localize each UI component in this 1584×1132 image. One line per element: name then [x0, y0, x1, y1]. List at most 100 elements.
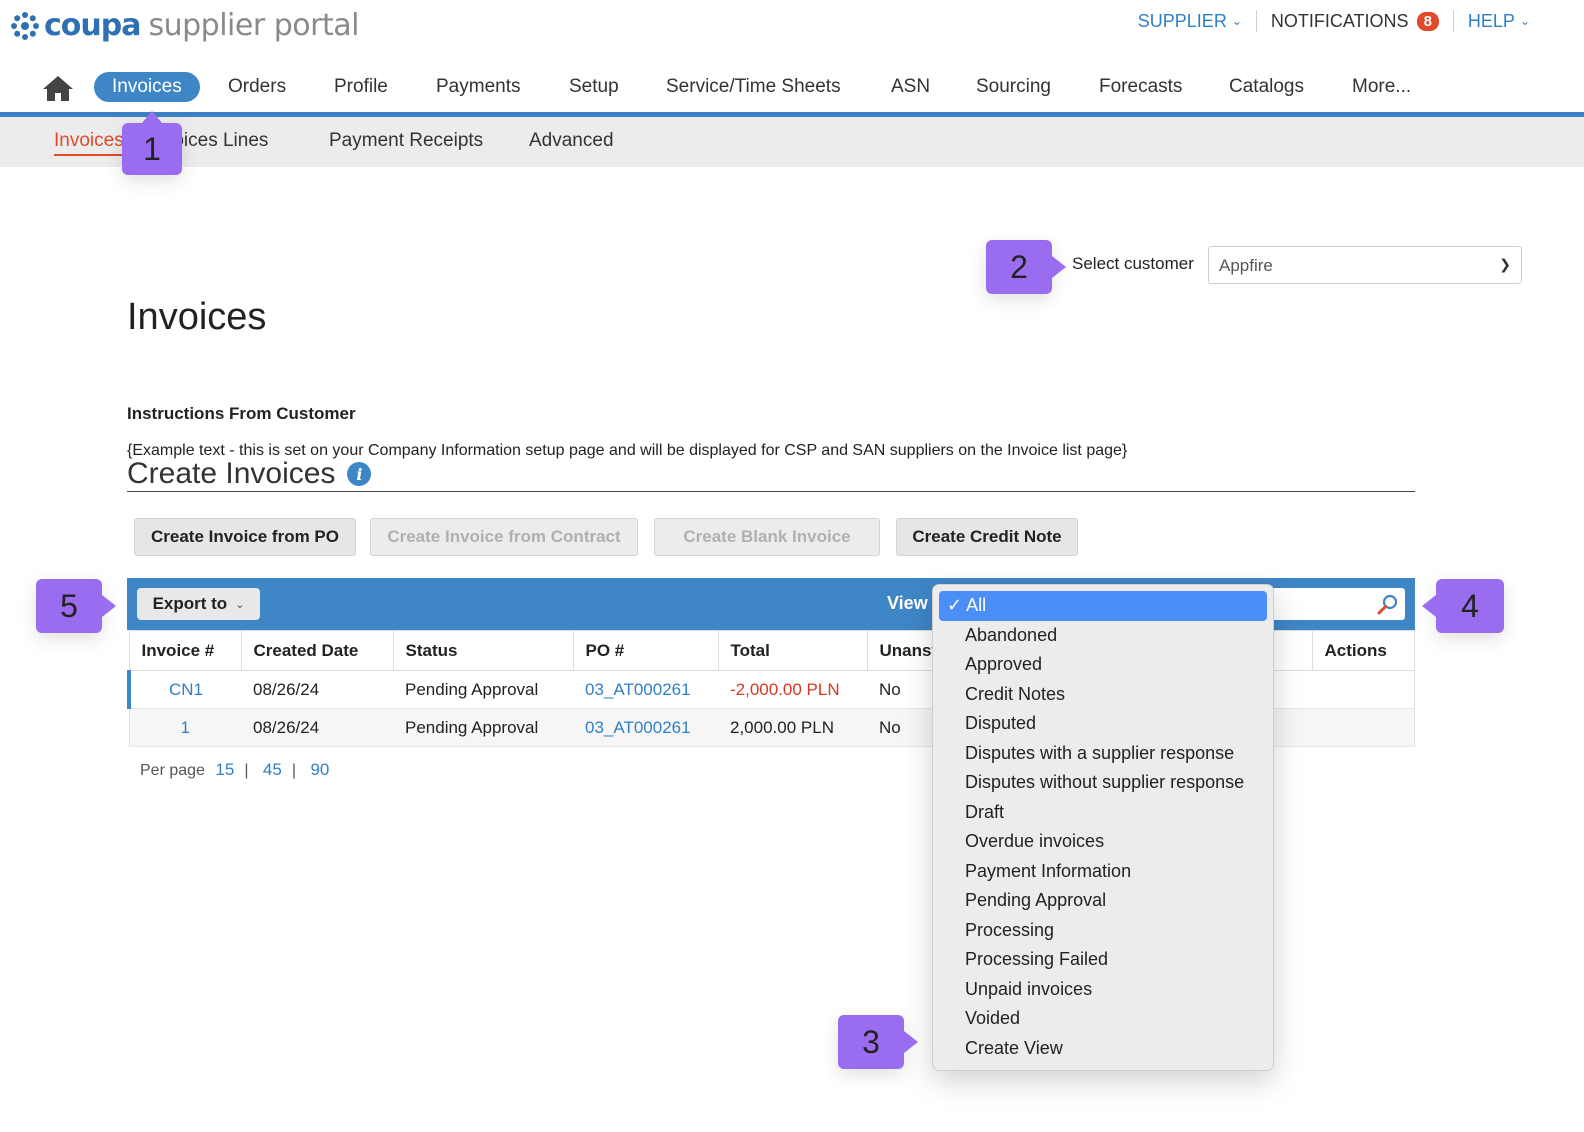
- total-cell: -2,000.00 PLN: [718, 670, 867, 709]
- view-option-voided[interactable]: Voided: [933, 1004, 1273, 1034]
- view-option-disputes-with-response[interactable]: Disputes with a supplier response: [933, 739, 1273, 769]
- chevron-down-icon: ⌄: [1231, 14, 1242, 28]
- main-nav: Invoices Orders Profile Payments Setup S…: [0, 68, 1584, 112]
- logo-brand-text: coupa: [44, 8, 141, 43]
- view-option-overdue[interactable]: Overdue invoices: [933, 827, 1273, 857]
- view-option-pending-approval[interactable]: Pending Approval: [933, 886, 1273, 916]
- view-option-all[interactable]: ✓ All: [939, 591, 1267, 621]
- export-to-label: Export to: [152, 594, 228, 613]
- created-date-cell: 08/26/24: [241, 670, 393, 709]
- col-created-date[interactable]: Created Date: [241, 630, 394, 671]
- po-number-cell: 03_AT000261: [573, 670, 718, 709]
- created-date-cell: 08/26/24: [241, 708, 393, 747]
- nav-service-time-sheets[interactable]: Service/Time Sheets: [648, 72, 859, 102]
- nav-orders[interactable]: Orders: [210, 72, 304, 102]
- per-page-90[interactable]: 90: [310, 760, 329, 779]
- actions-cell: [1312, 708, 1415, 747]
- view-option-approved[interactable]: Approved: [933, 650, 1273, 680]
- export-to-button[interactable]: Export to ⌄: [137, 588, 260, 620]
- col-invoice-number[interactable]: Invoice #: [129, 630, 242, 671]
- create-invoice-from-contract-button[interactable]: Create Invoice from Contract: [370, 518, 638, 556]
- po-number-link[interactable]: 03_AT000261: [585, 718, 691, 737]
- chevron-down-icon: ⌄: [235, 598, 245, 611]
- nav-invoices[interactable]: Invoices: [94, 72, 200, 102]
- supplier-label: SUPPLIER: [1137, 10, 1227, 31]
- chevron-down-icon: ⌄: [1519, 14, 1530, 28]
- subnav-advanced[interactable]: Advanced: [529, 130, 614, 152]
- help-menu[interactable]: HELP ⌄: [1454, 11, 1544, 32]
- notifications-label: NOTIFICATIONS: [1270, 10, 1409, 31]
- col-po-number[interactable]: PO #: [573, 630, 719, 671]
- callout-3: 3: [838, 1015, 918, 1069]
- nav-more[interactable]: More...: [1334, 72, 1429, 102]
- create-invoice-from-po-button[interactable]: Create Invoice from PO: [134, 518, 356, 556]
- view-option-processing-failed[interactable]: Processing Failed: [933, 945, 1273, 975]
- per-page-15[interactable]: 15: [215, 760, 234, 779]
- callout-2: 2: [986, 240, 1066, 294]
- create-invoices-heading: Create Invoices i: [127, 457, 372, 491]
- notifications-menu[interactable]: NOTIFICATIONS 8: [1257, 11, 1453, 32]
- page-title: Invoices: [127, 296, 267, 338]
- view-option-credit-notes[interactable]: Credit Notes: [933, 680, 1273, 710]
- chevron-down-icon: ❯: [1499, 256, 1511, 272]
- col-actions: Actions: [1312, 630, 1415, 671]
- col-status[interactable]: Status: [393, 630, 574, 671]
- invoice-number[interactable]: CN1: [169, 680, 203, 699]
- view-option-unpaid[interactable]: Unpaid invoices: [933, 975, 1273, 1005]
- view-label: View: [887, 593, 928, 613]
- top-right-menu: SUPPLIER ⌄ NOTIFICATIONS 8 HELP ⌄: [1124, 10, 1544, 32]
- subnav-invoices[interactable]: Invoices: [54, 130, 124, 156]
- nav-catalogs[interactable]: Catalogs: [1211, 72, 1322, 102]
- invoice-number-link[interactable]: 1: [129, 708, 241, 747]
- view-option-draft[interactable]: Draft: [933, 798, 1273, 828]
- actions-cell: [1312, 670, 1415, 709]
- instructions-heading: Instructions From Customer: [127, 404, 356, 423]
- coupa-flower-icon: [11, 11, 39, 40]
- nav-sourcing[interactable]: Sourcing: [958, 72, 1069, 102]
- divider: [127, 491, 1415, 492]
- po-number-link[interactable]: 03_AT000261: [585, 680, 691, 699]
- coupa-logo[interactable]: coupa supplier portal: [8, 8, 359, 43]
- notifications-count-badge: 8: [1416, 11, 1439, 31]
- total-value: -2,000.00 PLN: [730, 679, 840, 699]
- sub-nav: Invoices Invoices Lines Payment Receipts…: [0, 117, 1584, 167]
- search-icon[interactable]: [1377, 593, 1399, 615]
- customer-select-value: Appfire: [1219, 256, 1273, 275]
- invoice-number[interactable]: 1: [181, 718, 190, 737]
- supplier-menu[interactable]: SUPPLIER ⌄: [1124, 11, 1256, 32]
- callout-4: 4: [1422, 579, 1504, 633]
- nav-profile[interactable]: Profile: [316, 72, 406, 102]
- nav-setup[interactable]: Setup: [551, 72, 637, 102]
- info-icon[interactable]: i: [347, 462, 372, 486]
- per-page-45[interactable]: 45: [263, 760, 282, 779]
- divider: |: [244, 762, 249, 779]
- callout-5: 5: [36, 579, 116, 633]
- view-option-processing[interactable]: Processing: [933, 916, 1273, 946]
- divider: |: [291, 762, 296, 779]
- view-option-abandoned[interactable]: Abandoned: [933, 621, 1273, 651]
- nav-forecasts[interactable]: Forecasts: [1081, 72, 1200, 102]
- create-invoices-title: Create Invoices: [127, 457, 336, 490]
- invoice-number-link[interactable]: CN1: [127, 670, 241, 709]
- nav-payments[interactable]: Payments: [418, 72, 538, 102]
- checkmark-icon: ✓: [947, 595, 963, 616]
- create-credit-note-button[interactable]: Create Credit Note: [896, 518, 1078, 556]
- per-page-selector: Per page 15 | 45 | 90: [140, 760, 335, 780]
- view-option-disputed[interactable]: Disputed: [933, 709, 1273, 739]
- logo-suffix-text: supplier portal: [148, 8, 359, 43]
- customer-select[interactable]: Appfire ❯: [1208, 246, 1522, 284]
- col-total[interactable]: Total: [718, 630, 868, 671]
- status-cell: Pending Approval: [393, 670, 573, 709]
- nav-asn[interactable]: ASN: [873, 72, 948, 102]
- total-cell: 2,000.00 PLN: [718, 708, 867, 747]
- view-option-create-view[interactable]: Create View: [933, 1034, 1273, 1064]
- home-icon[interactable]: [42, 74, 74, 102]
- view-option-disputes-without-response[interactable]: Disputes without supplier response: [933, 768, 1273, 798]
- status-cell: Pending Approval: [393, 708, 573, 747]
- create-blank-invoice-button[interactable]: Create Blank Invoice: [654, 518, 880, 556]
- view-dropdown-menu: ✓ All Abandoned Approved Credit Notes Di…: [932, 584, 1274, 1071]
- help-label: HELP: [1467, 10, 1515, 31]
- view-option-payment-information[interactable]: Payment Information: [933, 857, 1273, 887]
- per-page-label: Per page: [140, 762, 205, 779]
- subnav-payment-receipts[interactable]: Payment Receipts: [329, 130, 483, 152]
